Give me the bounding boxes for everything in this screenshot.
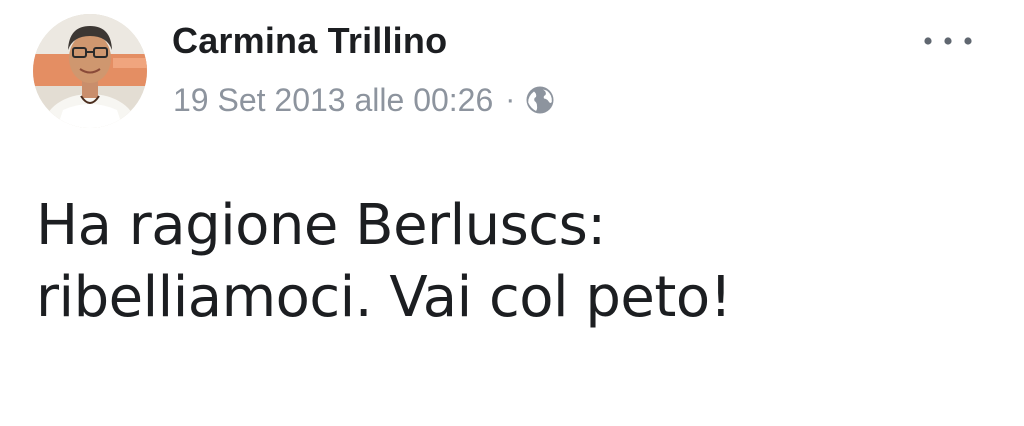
author-name[interactable]: Carmina Trillino [172,20,447,62]
more-options-button[interactable] [918,24,978,58]
post-timestamp[interactable]: 19 Set 2013 alle 00:26 [173,82,493,119]
facebook-post: Carmina Trillino 19 Set 2013 alle 00:26 … [0,0,1024,426]
post-body-text: Ha ragione Berluscs: ribelliamoci. Vai c… [36,190,986,334]
avatar-image [33,14,147,128]
post-text-line: ribelliamoci. Vai col peto! [36,265,732,330]
more-options-icon [924,37,972,45]
post-meta: 19 Set 2013 alle 00:26 · [173,80,555,120]
post-text-line: Ha ragione Berluscs: [36,193,606,258]
meta-separator: · [505,83,516,116]
avatar[interactable] [33,14,147,128]
globe-icon[interactable] [525,85,555,115]
